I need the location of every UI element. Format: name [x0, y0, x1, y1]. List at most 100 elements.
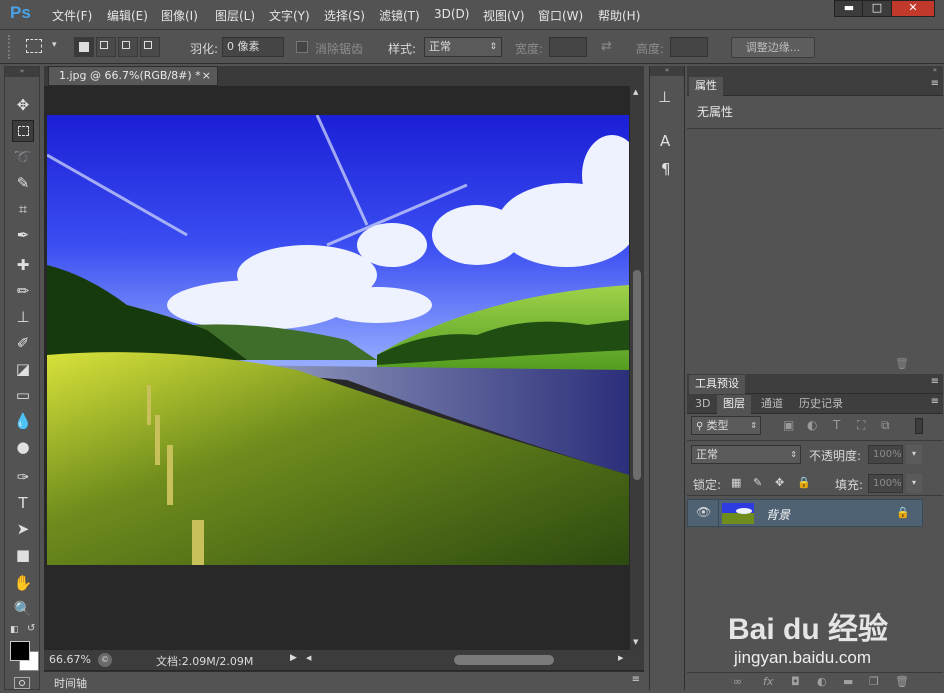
scroll-down-icon[interactable]: ▼ [633, 638, 638, 646]
eyedropper-tool-icon[interactable]: ✒ [12, 224, 34, 246]
status-menu-arrow-icon[interactable]: ▶ [290, 653, 297, 663]
add-selection-icon[interactable] [96, 37, 116, 57]
move-tool-icon[interactable]: ✥ [12, 94, 34, 116]
menu-select[interactable]: 选择(S) [324, 7, 365, 24]
vertical-scroll-thumb[interactable] [633, 270, 641, 480]
swap-colors-icon[interactable]: ↺ [27, 623, 35, 634]
swap-icon[interactable]: ⇄ [601, 39, 612, 54]
maximize-button[interactable]: □ [862, 0, 892, 17]
filter-pixel-icon[interactable]: ▣ [783, 418, 794, 432]
menu-file[interactable]: 文件(F) [52, 7, 92, 24]
tab-history[interactable]: 历史记录 [793, 395, 849, 414]
quick-mask-icon[interactable] [14, 677, 30, 689]
fill-dropdown-icon[interactable]: ▾ [906, 474, 922, 493]
type-tool-icon[interactable]: T [12, 492, 34, 514]
status-info-icon[interactable]: © [98, 653, 112, 667]
subtract-selection-icon[interactable] [118, 37, 138, 57]
link-layers-icon[interactable]: ∞ [733, 675, 742, 688]
filter-smart-object-icon[interactable]: ⧉ [881, 418, 890, 433]
new-group-icon[interactable]: ▬ [843, 675, 853, 688]
lock-position-icon[interactable]: ✥ [775, 476, 784, 489]
rectangle-tool-icon[interactable]: ■ [12, 544, 34, 566]
brush-tool-icon[interactable]: ✏ [12, 280, 34, 302]
opacity-dropdown-icon[interactable]: ▾ [906, 445, 922, 464]
add-mask-icon[interactable]: ◘ [791, 675, 800, 688]
default-colors-icon[interactable]: ◧ [10, 625, 19, 635]
scroll-left-icon[interactable]: ◀ [306, 654, 311, 662]
panel-menu-icon[interactable]: ≡ [632, 674, 640, 685]
delete-layer-icon[interactable]: 🗑 [895, 675, 909, 688]
layer-row[interactable]: 👁 背景 🔒 [687, 499, 923, 528]
history-brush-tool-icon[interactable]: ✐ [12, 332, 34, 354]
height-input[interactable] [670, 37, 708, 57]
new-selection-icon[interactable] [74, 37, 94, 57]
gradient-tool-icon[interactable]: ▭ [12, 384, 34, 406]
tab-properties[interactable]: 属性 [689, 77, 723, 96]
eraser-tool-icon[interactable]: ◪ [12, 358, 34, 380]
timeline-panel-tab[interactable]: 时间轴 ≡ [44, 671, 644, 691]
filter-type-icon[interactable]: T [833, 418, 840, 432]
stamp-tool-icon[interactable]: ⊥ [12, 306, 34, 328]
layer-filter-select[interactable]: ⚲ 类型 ⇕ [691, 416, 761, 435]
collapse-panels-icon[interactable]: » [687, 66, 943, 76]
filter-adjustment-icon[interactable]: ◐ [807, 418, 817, 432]
menu-help[interactable]: 帮助(H) [598, 7, 640, 24]
lasso-tool-icon[interactable]: ➰ [12, 146, 34, 168]
eye-icon[interactable]: 👁 [696, 505, 711, 519]
menu-layer[interactable]: 图层(L) [215, 7, 255, 24]
menu-filter[interactable]: 滤镜(T) [379, 7, 420, 24]
crop-tool-icon[interactable]: ⌗ [12, 198, 34, 220]
lock-all-icon[interactable]: 🔒 [797, 476, 811, 489]
pen-tool-icon[interactable]: ✑ [12, 466, 34, 488]
rect-marquee-tool-icon[interactable] [12, 120, 34, 142]
landscape-image-canvas[interactable] [47, 115, 629, 565]
foreground-color-swatch[interactable] [10, 641, 30, 661]
filter-toggle[interactable] [915, 418, 923, 434]
new-layer-icon[interactable]: ❐ [869, 675, 879, 688]
refine-edge-button[interactable]: 调整边缘... [731, 37, 815, 58]
menu-type[interactable]: 文字(Y) [269, 7, 310, 24]
expand-dock-icon[interactable]: « [650, 66, 684, 76]
antialias-checkbox[interactable] [296, 41, 308, 53]
opacity-input[interactable]: 100% [868, 445, 903, 464]
document-tab[interactable]: 1.jpg @ 66.7%(RGB/8#) * × [48, 66, 218, 86]
lock-image-icon[interactable]: ✎ [753, 476, 762, 489]
tab-layers[interactable]: 图层 [717, 395, 751, 414]
marquee-tool-icon[interactable] [26, 39, 42, 53]
menu-edit[interactable]: 编辑(E) [107, 7, 148, 24]
horizontal-scroll-thumb[interactable] [454, 655, 554, 665]
tool-preset-dropdown-icon[interactable]: ▾ [52, 40, 57, 50]
zoom-tool-icon[interactable]: 🔍 [12, 598, 34, 620]
close-window-button[interactable]: ✕ [891, 0, 935, 17]
close-tab-icon[interactable]: × [202, 67, 211, 85]
tab-3d[interactable]: 3D [689, 395, 716, 414]
character-panel-icon[interactable]: A [660, 132, 670, 150]
scroll-up-icon[interactable]: ▲ [633, 88, 638, 96]
blur-tool-icon[interactable]: 💧 [12, 410, 34, 432]
adjustment-layer-icon[interactable]: ◐ [817, 675, 827, 688]
menu-3d[interactable]: 3D(D) [434, 7, 469, 21]
tab-channels[interactable]: 通道 [755, 395, 789, 414]
quick-select-tool-icon[interactable]: ✎ [12, 172, 34, 194]
menu-window[interactable]: 窗口(W) [538, 7, 583, 24]
intersect-selection-icon[interactable] [140, 37, 160, 57]
menu-view[interactable]: 视图(V) [483, 7, 525, 24]
paragraph-panel-icon[interactable]: ¶ [661, 160, 671, 178]
panel-menu-icon[interactable]: ≡ [931, 376, 939, 387]
fill-input[interactable]: 100% [868, 474, 903, 493]
menu-image[interactable]: 图像(I) [161, 7, 198, 24]
scroll-right-icon[interactable]: ▶ [618, 654, 623, 662]
zoom-level[interactable]: 66.67% [49, 653, 91, 666]
width-input[interactable] [549, 37, 587, 57]
panel-menu-icon[interactable]: ≡ [931, 78, 939, 89]
blend-mode-select[interactable]: 正常 ⇕ [691, 445, 801, 464]
hand-tool-icon[interactable]: ✋ [12, 572, 34, 594]
feather-input[interactable]: 0 像素 [222, 37, 284, 57]
dodge-tool-icon[interactable]: ● [12, 436, 34, 458]
style-select[interactable]: 正常 ⇕ [424, 37, 502, 57]
healing-brush-tool-icon[interactable]: ✚ [12, 254, 34, 276]
tab-tool-presets[interactable]: 工具预设 [689, 375, 745, 394]
panel-menu-icon[interactable]: ≡ [931, 396, 939, 407]
filter-shape-icon[interactable]: ⛶ [857, 418, 865, 433]
layer-name[interactable]: 背景 [766, 506, 790, 523]
